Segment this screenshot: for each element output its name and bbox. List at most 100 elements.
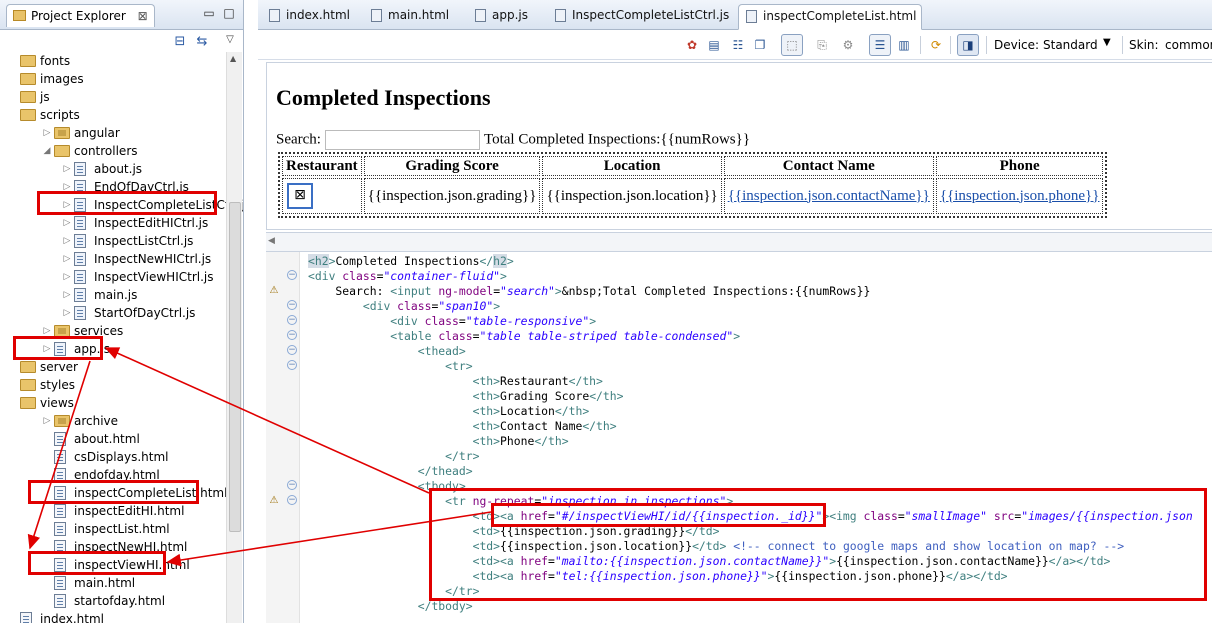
collapsed-icon[interactable]: ▷: [62, 250, 72, 268]
warning-icon[interactable]: ⚠: [268, 495, 280, 507]
chevron-down-icon[interactable]: ▼: [1103, 37, 1111, 48]
tree-item[interactable]: main.html: [0, 574, 226, 592]
tree-item[interactable]: endofday.html: [0, 466, 226, 484]
fold-icon[interactable]: −: [287, 360, 297, 370]
fold-icon[interactable]: −: [287, 495, 297, 505]
layers-icon[interactable]: ❐: [752, 37, 768, 53]
tree-item[interactable]: about.html: [0, 430, 226, 448]
collapsed-icon[interactable]: ▷: [62, 304, 72, 322]
sync-icon[interactable]: ⟳: [928, 37, 944, 53]
tree-item[interactable]: ▷ EndOfDayCtrl.js: [0, 178, 226, 196]
view-menu-icon[interactable]: ▽: [222, 32, 238, 48]
tree-item[interactable]: ▷ InspectListCtrl.js: [0, 232, 226, 250]
tree-item[interactable]: ▷ about.js: [0, 160, 226, 178]
fold-icon[interactable]: −: [287, 330, 297, 340]
collapsed-icon[interactable]: ▷: [62, 286, 72, 304]
phone-link[interactable]: {{inspection.json.phone}}: [940, 188, 1100, 204]
tree-item-label: angular: [74, 126, 120, 140]
collapsed-icon[interactable]: ▷: [42, 412, 52, 430]
tree-item[interactable]: views: [0, 394, 226, 412]
split-divider[interactable]: ◀: [266, 232, 1212, 252]
search-input[interactable]: [324, 130, 480, 150]
skin-select[interactable]: common: [1165, 38, 1212, 52]
tree-item[interactable]: ▷ archive: [0, 412, 226, 430]
scroll-up-icon[interactable]: ▲: [230, 54, 236, 63]
code-line: <th>Grading Score</th>: [472, 389, 624, 403]
expanded-icon[interactable]: ◢: [42, 142, 52, 160]
properties-icon[interactable]: ▤: [706, 37, 722, 53]
fold-icon[interactable]: −: [287, 315, 297, 325]
outline-icon[interactable]: ☷: [730, 37, 746, 53]
collapsed-icon[interactable]: ▷: [62, 214, 72, 232]
tree-item[interactable]: ▷ main.js: [0, 286, 226, 304]
preview-search-row: Search: Total Completed Inspections:{{num…: [276, 130, 750, 150]
collapsed-icon[interactable]: ▷: [62, 196, 72, 214]
tree-item[interactable]: index.html: [0, 610, 226, 623]
tree-item[interactable]: csDisplays.html: [0, 448, 226, 466]
tree-item[interactable]: startofday.html: [0, 592, 226, 610]
fold-icon[interactable]: −: [287, 480, 297, 490]
collapsed-icon[interactable]: ▷: [42, 124, 52, 142]
settings-icon[interactable]: ⚙: [840, 37, 856, 53]
link-with-editor-icon[interactable]: ⇆: [194, 34, 210, 50]
tree-item[interactable]: ▷ InspectViewHICtrl.js: [0, 268, 226, 286]
palette-icon[interactable]: ✿: [684, 37, 700, 53]
collapsed-icon[interactable]: ▷: [62, 178, 72, 196]
tab-inspect-complete-list-ctrl-js[interactable]: InspectCompleteListCtrl.js: [548, 4, 738, 30]
explorer-scrollbar[interactable]: ▲: [226, 52, 242, 623]
tree-item[interactable]: server: [0, 358, 226, 376]
tree-item[interactable]: inspectViewHI.html: [0, 556, 226, 574]
tree-item-label: about.html: [74, 432, 140, 446]
tree-item-label: inspectViewHI.html: [74, 558, 190, 572]
tree-item[interactable]: fonts: [0, 52, 226, 70]
broken-image-icon[interactable]: ⊠: [287, 183, 313, 209]
tree-item[interactable]: images: [0, 70, 226, 88]
tab-index-html[interactable]: index.html: [262, 4, 366, 30]
tree-item[interactable]: ▷ InspectCompleteListCtrl.js: [0, 196, 243, 214]
tab-inspect-complete-list-html[interactable]: inspectCompleteList.html ⊠: [738, 4, 922, 45]
tree-item[interactable]: ▷ StartOfDayCtrl.js: [0, 304, 226, 322]
contact-link[interactable]: {{inspection.json.contactName}}: [728, 188, 930, 204]
tree-item-label: index.html: [40, 612, 104, 623]
tree-item[interactable]: ▷ app.js: [0, 340, 226, 358]
collapsed-icon[interactable]: ▷: [42, 340, 52, 358]
fold-icon[interactable]: −: [287, 345, 297, 355]
minimize-icon[interactable]: ▭: [202, 6, 216, 20]
split-vertical-icon[interactable]: ▥: [896, 37, 912, 53]
tree-item[interactable]: ▷ angular: [0, 124, 226, 142]
html-file-icon: [54, 468, 66, 482]
collapsed-icon[interactable]: ▷: [62, 268, 72, 286]
code-line: <td>{{inspection.json.grading}}</td>: [472, 524, 720, 538]
collapsed-icon[interactable]: ▷: [42, 322, 52, 340]
source-editor[interactable]: − ⚠ − − − − − − ⚠ − <h2>Completed Inspec…: [266, 252, 1212, 623]
close-icon[interactable]: ⊠: [138, 9, 148, 23]
collapsed-icon[interactable]: ▷: [62, 232, 72, 250]
tree-item[interactable]: ▷ InspectNewHICtrl.js: [0, 250, 226, 268]
tree-item[interactable]: ▷ services: [0, 322, 226, 340]
tab-app-js[interactable]: app.js: [468, 4, 558, 30]
tree-item[interactable]: styles: [0, 376, 226, 394]
tree-item[interactable]: inspectNewHI.html: [0, 538, 226, 556]
warning-icon[interactable]: ⚠: [268, 285, 280, 297]
tree-item[interactable]: js: [0, 88, 226, 106]
tab-main-html[interactable]: main.html: [364, 4, 468, 30]
fold-icon[interactable]: −: [287, 270, 297, 280]
tree-item[interactable]: ▷ InspectEditHICtrl.js: [0, 214, 226, 232]
preview-table: Restaurant Grading Score Location Contac…: [278, 152, 1108, 218]
scrollbar-thumb[interactable]: [229, 202, 241, 532]
restaurant-cell: ⊠: [282, 178, 362, 214]
device-select[interactable]: Standard: [1043, 38, 1098, 52]
tree-item[interactable]: inspectEditHI.html: [0, 502, 226, 520]
collapse-all-icon[interactable]: ⊟: [172, 34, 188, 50]
refresh-preview-icon[interactable]: ⎘: [814, 37, 830, 53]
project-explorer-tab[interactable]: Project Explorer ⊠: [6, 4, 155, 27]
tree-item[interactable]: ◢ controllers: [0, 142, 226, 160]
tree-item[interactable]: scripts: [0, 106, 226, 124]
tree-item-label: startofday.html: [74, 594, 166, 608]
tree-item[interactable]: inspectList.html: [0, 520, 226, 538]
scroll-left-icon[interactable]: ◀: [268, 236, 275, 246]
fold-icon[interactable]: −: [287, 300, 297, 310]
collapsed-icon[interactable]: ▷: [62, 160, 72, 178]
tree-item[interactable]: inspectCompleteList.html: [0, 484, 227, 502]
maximize-icon[interactable]: □: [222, 6, 236, 20]
